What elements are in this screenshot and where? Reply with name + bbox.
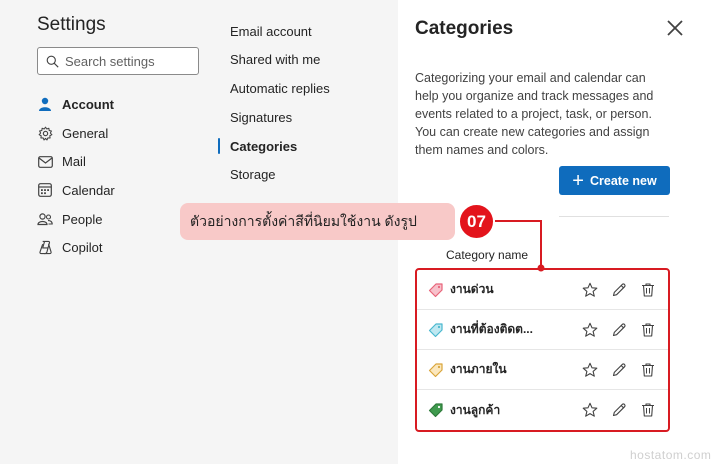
category-row[interactable]: งานที่ต้องติดต... bbox=[417, 310, 668, 350]
submenu-automatic-replies[interactable]: Automatic replies bbox=[230, 81, 330, 96]
category-row[interactable]: งานภายใน bbox=[417, 350, 668, 390]
watermark: hostatom.com bbox=[630, 448, 712, 462]
tag-icon bbox=[428, 322, 443, 337]
nav-item-label: Calendar bbox=[62, 182, 115, 198]
selected-indicator bbox=[218, 138, 220, 154]
create-new-button[interactable]: + Create new bbox=[559, 166, 670, 195]
delete-icon[interactable] bbox=[640, 322, 656, 338]
category-row[interactable]: งานลูกค้า bbox=[417, 390, 668, 430]
nav-item-mail[interactable]: Mail bbox=[37, 147, 207, 176]
star-icon[interactable] bbox=[582, 282, 598, 298]
submenu-categories[interactable]: Categories bbox=[230, 139, 297, 154]
row-actions bbox=[582, 362, 669, 378]
nav-item-general[interactable]: General bbox=[37, 119, 207, 148]
tag-icon bbox=[428, 282, 443, 297]
nav-item-calendar[interactable]: Calendar bbox=[37, 176, 207, 205]
nav-item-label: People bbox=[62, 211, 103, 227]
category-name-header: Category name bbox=[446, 248, 529, 262]
submenu-shared-with-me[interactable]: Shared with me bbox=[230, 52, 320, 67]
close-icon bbox=[667, 20, 683, 36]
annotation-text: ตัวอย่างการตั้งค่าสีที่นิยมใช้งาน ดังรูป bbox=[190, 212, 417, 229]
person-icon bbox=[37, 96, 53, 112]
edit-icon[interactable] bbox=[611, 362, 627, 378]
nav-item-label: Mail bbox=[62, 154, 86, 170]
tag-icon bbox=[428, 403, 443, 418]
search-input[interactable] bbox=[65, 53, 195, 69]
star-icon[interactable] bbox=[582, 362, 598, 378]
category-list: งานด่วน งานที่ต้องติดต... งานภายใน งานลู… bbox=[415, 268, 670, 432]
panel-description: Categorizing your email and calendar can… bbox=[415, 71, 654, 157]
settings-title: Settings bbox=[37, 14, 106, 35]
search-icon bbox=[46, 55, 59, 68]
category-row[interactable]: งานด่วน bbox=[417, 270, 668, 310]
gear-icon bbox=[37, 125, 53, 141]
panel-title: Categories bbox=[415, 18, 514, 39]
category-name: งานลูกค้า bbox=[450, 402, 501, 417]
category-name: งานที่ต้องติดต... bbox=[450, 322, 533, 336]
submenu-signatures[interactable]: Signatures bbox=[230, 110, 292, 125]
calendar-icon bbox=[37, 182, 53, 198]
create-new-label: Create new bbox=[589, 173, 657, 188]
star-icon[interactable] bbox=[582, 322, 598, 338]
delete-icon[interactable] bbox=[640, 282, 656, 298]
row-actions bbox=[582, 402, 669, 418]
category-name: งานภายใน bbox=[450, 362, 507, 376]
edit-icon[interactable] bbox=[611, 322, 627, 338]
submenu-storage[interactable]: Storage bbox=[230, 167, 276, 182]
submenu-email-account[interactable]: Email account bbox=[230, 24, 312, 39]
nav-item-account[interactable]: Account bbox=[37, 90, 207, 119]
category-name: งานด่วน bbox=[450, 282, 494, 296]
mail-icon bbox=[37, 154, 53, 170]
delete-icon[interactable] bbox=[640, 402, 656, 418]
edit-icon[interactable] bbox=[611, 282, 627, 298]
nav-item-label: Copilot bbox=[62, 240, 103, 256]
annotation-callout: ตัวอย่างการตั้งค่าสีที่นิยมใช้งาน ดังรูป bbox=[180, 203, 455, 240]
star-icon[interactable] bbox=[582, 402, 598, 418]
divider bbox=[559, 216, 669, 217]
tag-icon bbox=[428, 362, 443, 377]
close-button[interactable] bbox=[664, 17, 686, 39]
search-box[interactable] bbox=[37, 47, 199, 75]
row-actions bbox=[582, 282, 669, 298]
copilot-icon bbox=[37, 240, 53, 256]
nav-item-label: General bbox=[62, 125, 109, 141]
row-actions bbox=[582, 322, 669, 338]
plus-icon: + bbox=[572, 169, 584, 192]
step-badge: 07 bbox=[458, 203, 495, 240]
edit-icon[interactable] bbox=[611, 402, 627, 418]
delete-icon[interactable] bbox=[640, 362, 656, 378]
nav-item-label: Account bbox=[62, 96, 114, 112]
people-icon bbox=[37, 211, 53, 227]
